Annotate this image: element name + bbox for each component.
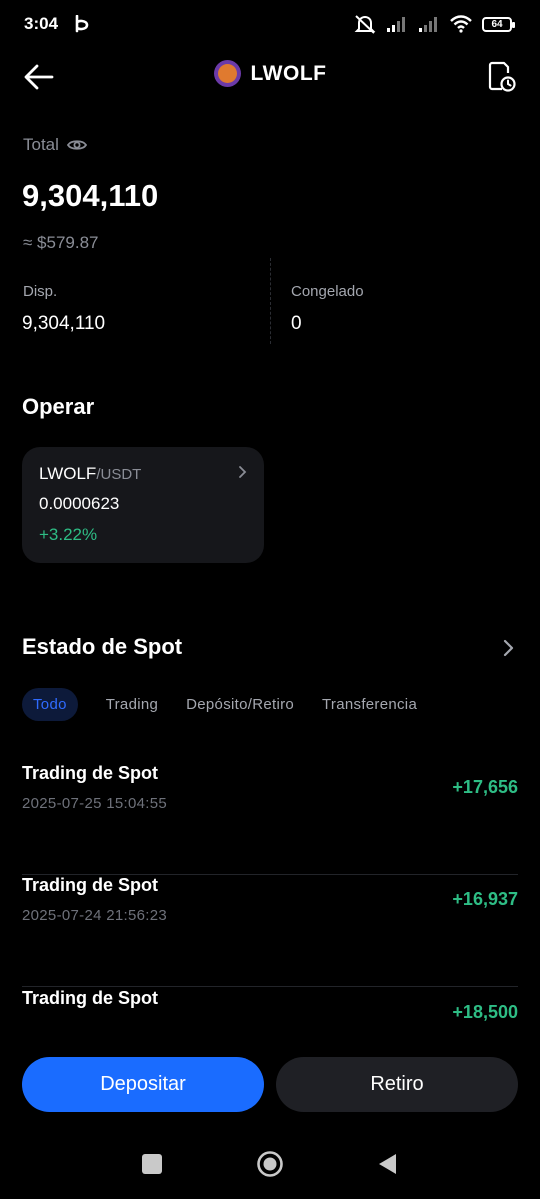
- deposit-button[interactable]: Depositar: [22, 1057, 264, 1112]
- pair-quote: /USDT: [96, 466, 142, 483]
- chevron-right-icon[interactable]: [502, 638, 516, 658]
- total-balance: 9,304,110: [22, 178, 159, 213]
- total-label-row: Total: [23, 135, 87, 155]
- pair-change: +3.22%: [39, 525, 98, 544]
- available-value: 9,304,110: [22, 313, 106, 334]
- frozen-label: Congelado: [291, 283, 364, 300]
- eye-icon[interactable]: [66, 138, 87, 152]
- home-circle-icon[interactable]: [256, 1150, 284, 1178]
- signal-icon-1: [387, 17, 405, 32]
- total-usd-value: ≈ $579.87: [23, 233, 99, 252]
- brand-b-icon: [75, 15, 89, 33]
- pair-name: LWOLF/USDT: [39, 464, 141, 484]
- row-date: 2025-07-25 15:04:55: [22, 795, 167, 812]
- row-amount: +17,656: [452, 777, 518, 797]
- list-item[interactable]: Trading de Spot +18,500: [22, 988, 518, 1038]
- row-title: Trading de Spot: [22, 875, 159, 895]
- withdraw-button[interactable]: Retiro: [276, 1057, 518, 1112]
- operate-title: Operar: [22, 394, 95, 419]
- row-divider: [22, 986, 518, 987]
- coin-logo-icon: [213, 60, 241, 87]
- tab-todo[interactable]: Todo: [22, 688, 78, 721]
- row-title: Trading de Spot: [22, 988, 159, 1008]
- spot-status-title: Estado de Spot: [22, 634, 183, 659]
- chevron-right-icon: [239, 466, 247, 478]
- balance-divider: [270, 258, 271, 344]
- pair-base: LWOLF: [39, 464, 97, 483]
- status-icons: 64: [354, 14, 515, 34]
- coin-header: LWOLF: [0, 60, 540, 87]
- signal-icon-2: [419, 17, 437, 32]
- history-document-icon[interactable]: [488, 61, 516, 93]
- spot-filter-tabs: Todo Trading Depósito/Retiro Transferenc…: [22, 688, 445, 721]
- tab-deposito-retiro[interactable]: Depósito/Retiro: [186, 688, 294, 721]
- total-label: Total: [23, 135, 59, 154]
- frozen-value: 0: [291, 313, 302, 334]
- trading-pair-card[interactable]: LWOLF/USDT 0.0000623 +3.22%: [22, 447, 264, 563]
- available-label: Disp.: [23, 283, 58, 300]
- wifi-icon: [450, 15, 472, 33]
- coin-name: LWOLF: [250, 61, 327, 85]
- pair-price: 0.0000623: [39, 494, 120, 513]
- row-amount: +18,500: [452, 1002, 518, 1022]
- list-item[interactable]: Trading de Spot 2025-07-24 21:56:23 +16,…: [22, 875, 518, 987]
- recent-apps-icon[interactable]: [142, 1154, 162, 1174]
- tab-trading[interactable]: Trading: [106, 688, 158, 721]
- row-date: 2025-07-24 21:56:23: [22, 907, 167, 924]
- row-title: Trading de Spot: [22, 763, 159, 783]
- muted-bell-icon: [354, 15, 376, 34]
- row-amount: +16,937: [452, 889, 518, 909]
- tab-transferencia[interactable]: Transferencia: [322, 688, 417, 721]
- battery-icon: 64: [482, 16, 515, 32]
- list-item[interactable]: Trading de Spot 2025-07-25 15:04:55 +17,…: [22, 763, 518, 875]
- nav-back-triangle-icon[interactable]: [376, 1152, 398, 1176]
- status-time: 3:04: [24, 14, 59, 33]
